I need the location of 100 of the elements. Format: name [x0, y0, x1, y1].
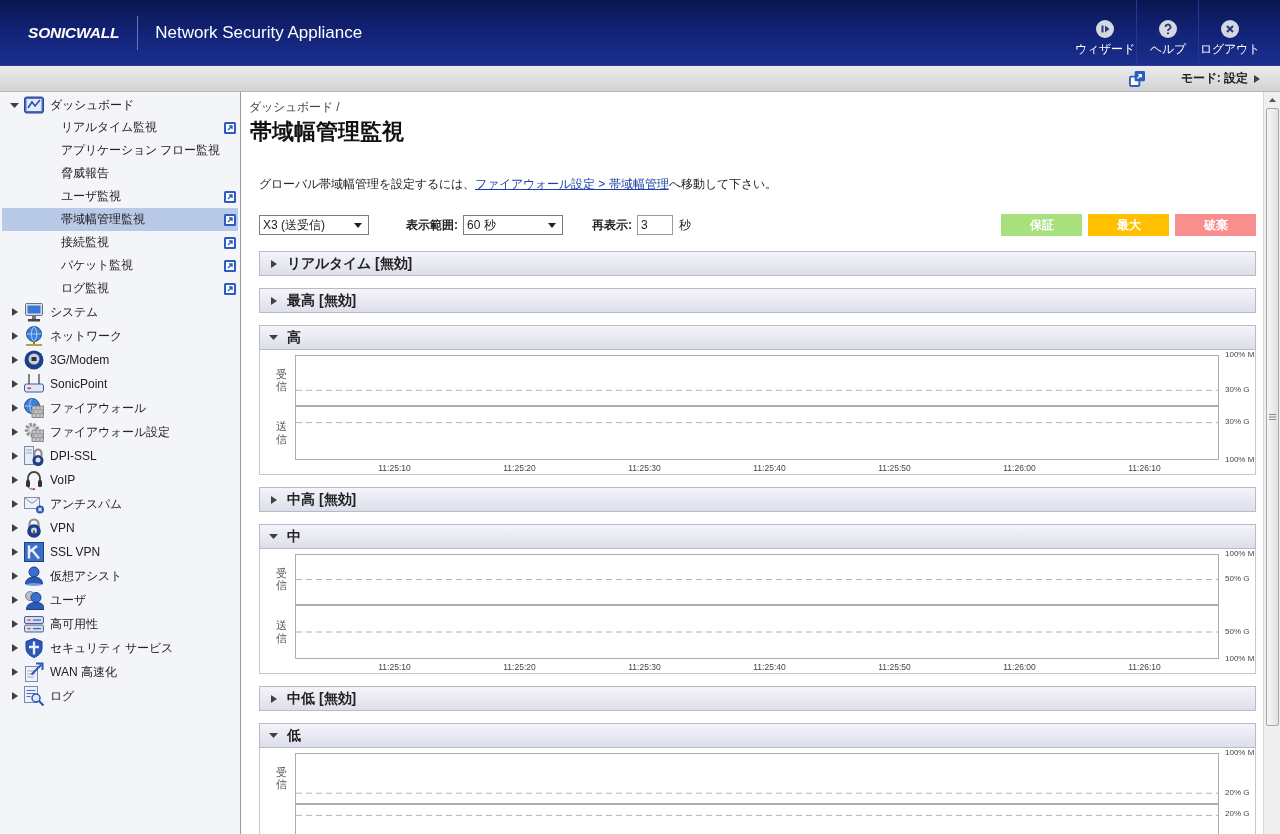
- time-label: 11:25:10: [377, 662, 412, 673]
- help-button[interactable]: ヘルプ: [1136, 0, 1198, 66]
- caret-icon[interactable]: [12, 596, 18, 604]
- external-link-icon[interactable]: [224, 121, 236, 134]
- section-header[interactable]: 中低 [無効]: [259, 686, 1256, 711]
- caret-icon[interactable]: [10, 102, 19, 108]
- sidebar-item[interactable]: ログ: [0, 684, 240, 708]
- caret-icon[interactable]: [12, 452, 18, 460]
- time-label: 11:26:00: [1002, 662, 1037, 673]
- sidebar-subitem[interactable]: リアルタイム監視: [2, 116, 238, 139]
- wizard-play-icon: [1096, 19, 1114, 38]
- caret-icon[interactable]: [271, 259, 277, 268]
- caret-icon[interactable]: [271, 296, 277, 305]
- axis-label: 送信: [276, 619, 287, 644]
- caret-icon[interactable]: [269, 534, 278, 539]
- breadcrumb: ダッシュボード /: [249, 100, 341, 114]
- users-icon: [24, 590, 44, 610]
- caret-icon[interactable]: [12, 524, 18, 532]
- tick-label: 100% M: [1225, 455, 1255, 465]
- sidebar-subitem[interactable]: 接続監視: [2, 231, 238, 254]
- range-dropdown[interactable]: 60 秒: [463, 215, 563, 235]
- caret-icon[interactable]: [12, 380, 18, 388]
- section-header[interactable]: リアルタイム [無効]: [259, 251, 1256, 276]
- mode-button[interactable]: モード: 設定: [1180, 70, 1260, 87]
- sidebar-subitem[interactable]: ログ監視: [2, 277, 238, 300]
- caret-icon[interactable]: [12, 572, 18, 580]
- caret-icon[interactable]: [12, 620, 18, 628]
- sidebar-item[interactable]: 高可用性: [0, 612, 240, 636]
- sidebar-subitem[interactable]: 帯域幅管理監視: [2, 208, 238, 231]
- caret-icon[interactable]: [12, 428, 18, 436]
- gear-wall-icon: [24, 422, 44, 442]
- tick-label: 50% G: [1225, 574, 1250, 584]
- tick-label: 100% M: [1225, 748, 1255, 758]
- sidebar-item[interactable]: VPN: [0, 516, 240, 540]
- lock-document-icon: [24, 446, 44, 466]
- caret-icon[interactable]: [12, 404, 18, 412]
- caret-icon[interactable]: [12, 308, 18, 316]
- tick-label: 100% M: [1225, 350, 1255, 360]
- sidebar-subitem[interactable]: ユーザ監視: [2, 185, 238, 208]
- sidebar-item[interactable]: SSL VPN: [0, 540, 240, 564]
- caret-icon[interactable]: [12, 476, 18, 484]
- globe-icon: [24, 326, 44, 346]
- caret-icon[interactable]: [269, 335, 278, 340]
- caret-icon[interactable]: [12, 692, 18, 700]
- line-chart-icon: [24, 95, 44, 115]
- section-header[interactable]: 中高 [無効]: [259, 487, 1256, 512]
- time-label: 11:26:10: [1127, 463, 1162, 474]
- sidebar-item[interactable]: VoIP: [0, 468, 240, 492]
- sidebar-subitem[interactable]: パケット監視: [2, 254, 238, 277]
- person-icon: [24, 566, 44, 586]
- new-window-icon[interactable]: [1128, 70, 1145, 87]
- caret-icon[interactable]: [12, 668, 18, 676]
- axis-label: 送信: [276, 420, 287, 445]
- section-header[interactable]: 最高 [無効]: [259, 288, 1256, 313]
- caret-icon[interactable]: [12, 644, 18, 652]
- external-link-icon[interactable]: [224, 213, 236, 226]
- scroll-up-icon[interactable]: [1268, 98, 1276, 102]
- caret-icon[interactable]: [12, 500, 18, 508]
- caret-icon[interactable]: [12, 548, 18, 556]
- section-header[interactable]: 高: [259, 325, 1256, 350]
- sidebar-item[interactable]: SonicPoint: [0, 372, 240, 396]
- sidebar-item[interactable]: ユーザ: [0, 588, 240, 612]
- sidebar-item[interactable]: アンチスパム: [0, 492, 240, 516]
- monitor-icon: [24, 302, 44, 322]
- time-label: 11:26:00: [1002, 463, 1037, 474]
- external-link-icon[interactable]: [224, 282, 236, 295]
- sidebar-item[interactable]: セキュリティ サービス: [0, 636, 240, 660]
- sidebar-item[interactable]: 仮想アシスト: [0, 564, 240, 588]
- sidebar-item[interactable]: ファイアウォール: [0, 396, 240, 420]
- sidebar-item[interactable]: ネットワーク: [0, 324, 240, 348]
- caret-icon[interactable]: [269, 733, 278, 738]
- sidebar-item[interactable]: システム: [0, 300, 240, 324]
- sidebar-item[interactable]: ファイアウォール設定: [0, 420, 240, 444]
- sidebar-item[interactable]: 3G/Modem: [0, 348, 240, 372]
- section-header[interactable]: 低: [259, 723, 1256, 748]
- sidebar-item[interactable]: WAN 高速化: [0, 660, 240, 684]
- time-label: 11:26:10: [1127, 662, 1162, 673]
- sidebar-subitem[interactable]: アプリケーション フロー監視: [2, 139, 238, 162]
- caret-icon[interactable]: [271, 495, 277, 504]
- interface-dropdown[interactable]: X3 (送受信): [259, 215, 369, 235]
- section-header[interactable]: 中: [259, 524, 1256, 549]
- sidebar-subitem[interactable]: 脅威報告: [2, 162, 238, 185]
- caret-icon[interactable]: [12, 332, 18, 340]
- firewall-settings-link[interactable]: ファイアウォール設定 > 帯域幅管理: [475, 177, 669, 191]
- grip-icon: [1268, 414, 1276, 420]
- external-link-icon[interactable]: [224, 236, 236, 249]
- external-link-icon[interactable]: [224, 259, 236, 272]
- refresh-field[interactable]: 3: [637, 215, 673, 235]
- caret-icon[interactable]: [12, 356, 18, 364]
- time-label: 11:25:20: [502, 463, 537, 474]
- sidebar-item[interactable]: ダッシュボード: [0, 94, 240, 116]
- tick-label: 30% G: [1225, 385, 1250, 395]
- scrollbar-thumb[interactable]: [1265, 108, 1279, 726]
- document-magnifier-icon: [24, 686, 44, 706]
- logout-button[interactable]: ログアウト: [1198, 0, 1260, 66]
- refresh-label: 再表示:: [592, 216, 632, 234]
- caret-icon[interactable]: [271, 694, 277, 703]
- wizard-button[interactable]: ウィザード: [1074, 0, 1136, 66]
- external-link-icon[interactable]: [224, 190, 236, 203]
- sidebar-item[interactable]: DPI-SSL: [0, 444, 240, 468]
